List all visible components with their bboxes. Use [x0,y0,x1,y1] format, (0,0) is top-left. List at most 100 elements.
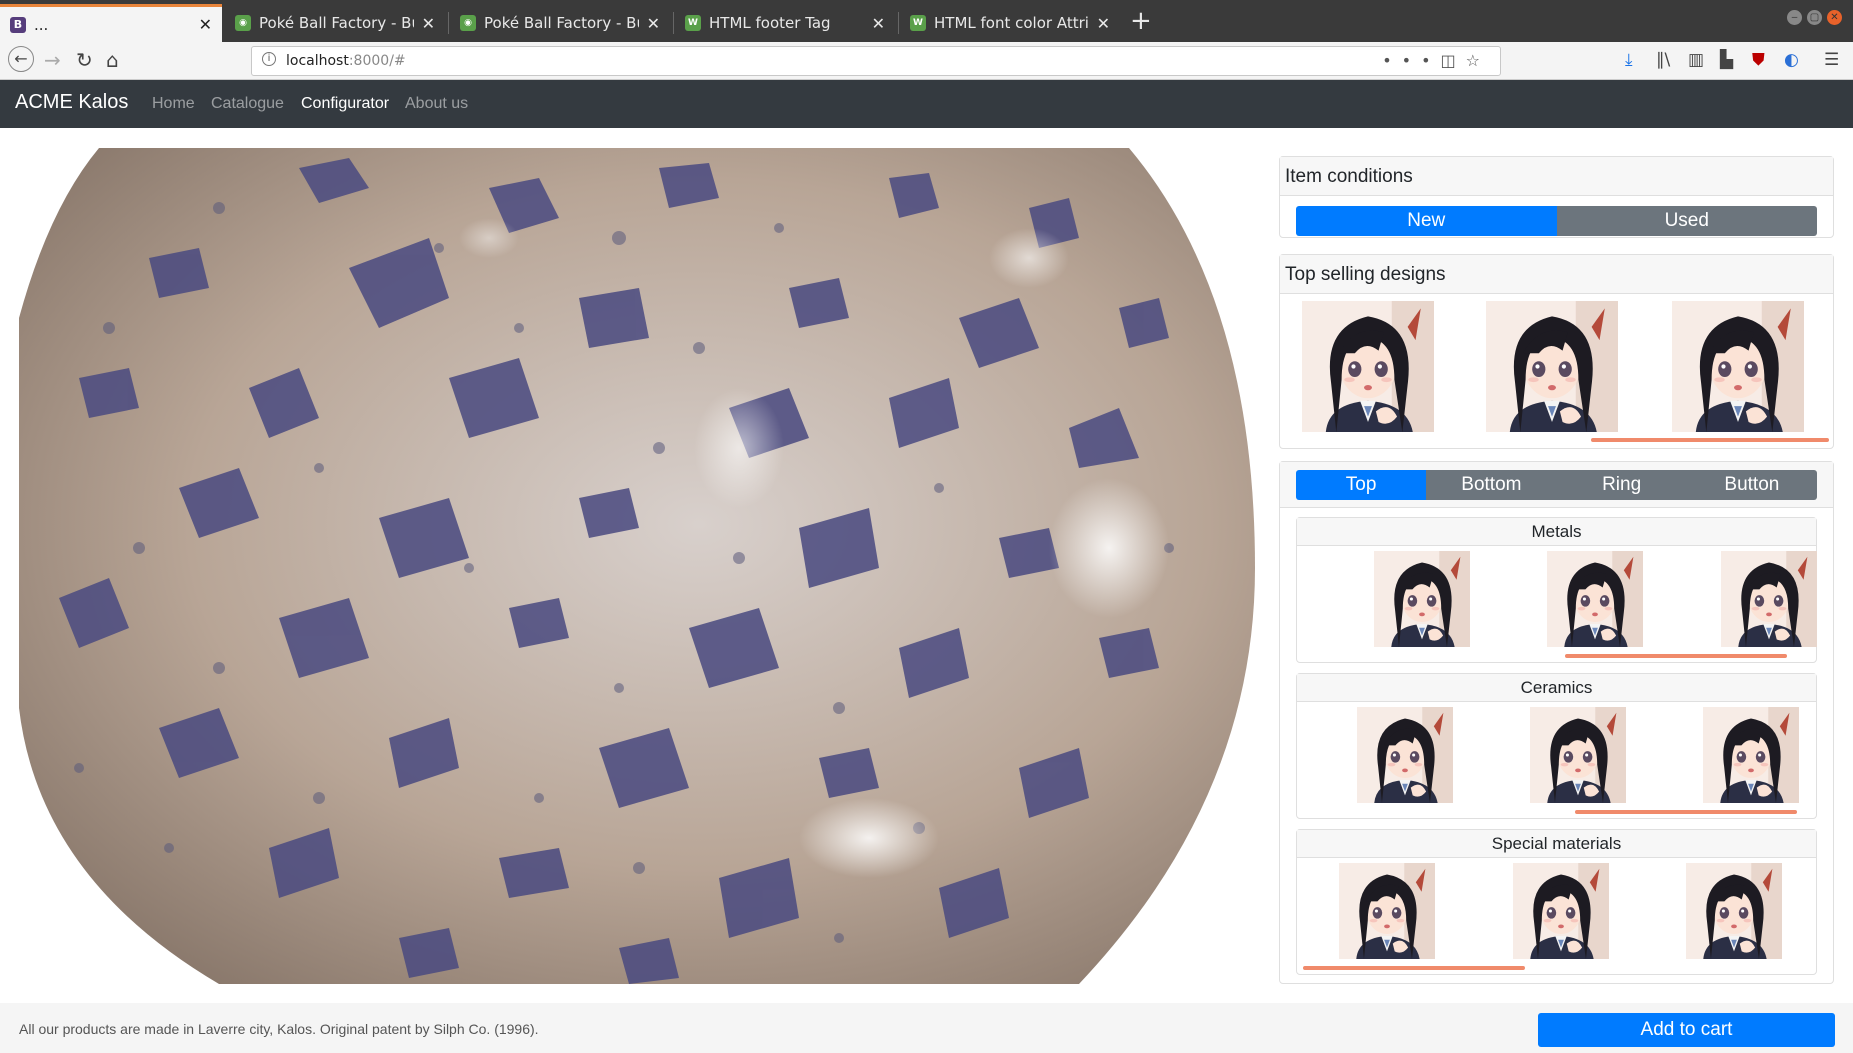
nav-home[interactable]: Home [152,95,195,113]
top-selling-title: Top selling designs [1280,255,1833,294]
reload-icon[interactable]: ↻ [76,48,93,72]
ublock-icon[interactable]: ⛊ [1752,50,1765,70]
browser-toolbar: ← → ↻ ⌂ i localhost:8000/# •••◫☆ ⤓ ∥\ ▥ … [0,42,1853,80]
material-thumbnail[interactable] [1530,707,1626,803]
material-thumbnail[interactable] [1686,863,1782,959]
group-title: Metals [1297,518,1816,546]
material-thumbnail[interactable] [1374,551,1470,647]
footer-text: All our products are made in Laverre cit… [19,1021,539,1037]
anime-portrait-image [1703,707,1799,803]
part-tabs-header: Top Bottom Ring Button [1280,462,1833,508]
material-thumbnail[interactable] [1721,551,1817,647]
pocket-icon[interactable]: ◫ [1441,51,1466,70]
design-thumbnail[interactable] [1672,301,1804,432]
close-tab-icon[interactable]: ✕ [1097,14,1110,33]
part-tabs: Top Bottom Ring Button [1296,470,1817,500]
anime-portrait-image [1530,707,1626,803]
browser-tab[interactable]: ◉ Poké Ball Factory - Bulba ✕ [450,4,670,42]
anime-portrait-image [1357,707,1453,803]
anime-portrait-image [1513,863,1609,959]
tab-title: HTML font color Attribu [934,14,1089,32]
w3schools-icon: W [910,15,926,31]
library-icon[interactable]: ∥\ [1656,50,1670,70]
forward-icon[interactable]: → [44,48,61,72]
material-thumbnail[interactable] [1357,707,1453,803]
minimize-icon[interactable]: – [1787,10,1802,25]
tab-bottom[interactable]: Bottom [1426,470,1557,500]
brand-logo[interactable]: ACME Kalos [15,91,128,114]
sidebar-icon[interactable]: ▥ [1688,50,1704,70]
design-thumbnail[interactable] [1486,301,1618,432]
group-title: Ceramics [1297,674,1816,702]
design-thumbnail[interactable] [1302,301,1434,432]
part-selector-card: Top Bottom Ring Button Metals Ceramics S… [1279,461,1834,984]
carousel-scroll-indicator[interactable] [1303,966,1525,970]
download-icon[interactable]: ⤓ [1625,50,1633,70]
nav-configurator[interactable]: Configurator [301,95,389,113]
condition-used-button[interactable]: Used [1556,206,1817,236]
screenshot-icon[interactable]: ▙ [1720,50,1733,70]
maximize-icon[interactable]: ▢ [1807,10,1822,25]
tab-title: ... [34,15,49,34]
anime-portrait-image [1339,863,1435,959]
bookmark-star-icon[interactable]: ☆ [1466,51,1490,70]
close-tab-icon[interactable]: ✕ [647,14,660,33]
back-icon[interactable]: ← [8,46,34,72]
tab-title: Poké Ball Factory - Bulba [259,14,414,32]
material-thumbnail[interactable] [1339,863,1435,959]
item-conditions-card: Item conditions New Used [1279,156,1834,238]
3d-viewer-canvas[interactable] [0,128,1280,1003]
close-tab-icon[interactable]: ✕ [199,15,212,34]
metals-group: Metals [1296,517,1817,663]
top-selling-card: Top selling designs [1279,254,1834,449]
condition-new-button[interactable]: New [1296,206,1557,236]
browser-tab[interactable]: ◉ Poké Ball Factory - Bulba ✕ [225,4,445,42]
pokeball-3d-model [19,148,1255,984]
material-thumbnail[interactable] [1547,551,1643,647]
carousel-scroll-indicator[interactable] [1575,810,1797,814]
new-tab-icon[interactable]: + [1130,6,1152,36]
tab-top[interactable]: Top [1296,470,1427,500]
close-window-icon[interactable]: ✕ [1827,10,1842,25]
nav-catalogue[interactable]: Catalogue [211,95,284,113]
tab-divider [448,12,449,34]
material-thumbnail[interactable] [1513,863,1609,959]
anime-portrait-image [1547,551,1643,647]
nav-about-us[interactable]: About us [405,95,468,113]
carousel-scroll-indicator[interactable] [1591,438,1829,442]
extension-icon[interactable]: ◐ [1784,50,1799,70]
browser-tab-bar: B ... ✕ ◉ Poké Ball Factory - Bulba ✕ ◉ … [0,0,1853,42]
w3schools-icon: W [685,15,701,31]
group-title: Special materials [1297,830,1816,858]
close-tab-icon[interactable]: ✕ [422,14,435,33]
item-conditions-title: Item conditions [1280,157,1833,196]
url-text: localhost:8000/# [286,53,406,69]
tab-title: Poké Ball Factory - Bulba [484,14,639,32]
ceramics-group: Ceramics [1296,673,1817,819]
site-navbar: ACME Kalos Home Catalogue Configurator A… [0,80,1853,128]
browser-tab[interactable]: B ... ✕ [0,4,222,42]
home-icon[interactable]: ⌂ [106,48,119,72]
material-thumbnail[interactable] [1703,707,1799,803]
more-actions-icon[interactable]: ••• [1382,51,1440,70]
url-bar[interactable]: i localhost:8000/# •••◫☆ [251,46,1501,76]
add-to-cart-button[interactable]: Add to cart [1538,1013,1835,1047]
browser-tab[interactable]: W HTML footer Tag ✕ [675,4,895,42]
browser-tab[interactable]: W HTML font color Attribu ✕ [900,4,1120,42]
tab-ring[interactable]: Ring [1556,470,1687,500]
tab-divider [673,12,674,34]
anime-portrait-image [1721,551,1817,647]
tab-button[interactable]: Button [1686,470,1817,500]
close-tab-icon[interactable]: ✕ [872,14,885,33]
tab-divider [898,12,899,34]
carousel-scroll-indicator[interactable] [1565,654,1787,658]
condition-toggle: New Used [1296,206,1817,236]
menu-icon[interactable]: ☰ [1824,50,1839,70]
anime-portrait-image [1672,301,1804,432]
page-footer: All our products are made in Laverre cit… [0,1003,1853,1053]
site-info-icon[interactable]: i [262,52,276,66]
anime-portrait-image [1486,301,1618,432]
page-actions[interactable]: •••◫☆ [1382,51,1490,70]
anime-portrait-image [1686,863,1782,959]
anime-portrait-image [1374,551,1470,647]
